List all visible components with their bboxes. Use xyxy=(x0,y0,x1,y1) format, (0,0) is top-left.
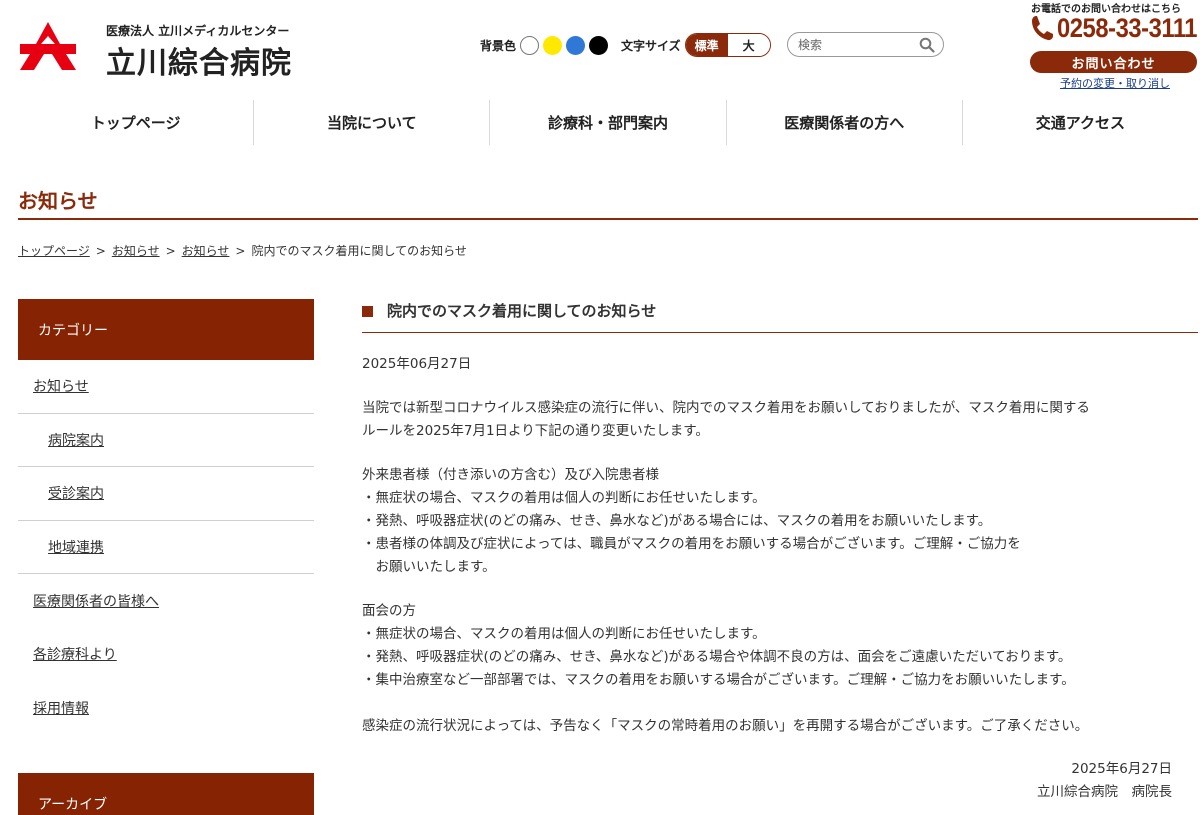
phone-contact[interactable]: 0258-33-3111 xyxy=(1030,12,1200,44)
search-box xyxy=(787,32,944,57)
sidebar-item-label: 各診療科より xyxy=(33,647,117,664)
breadcrumb-news-1[interactable]: お知らせ xyxy=(112,244,160,258)
section-line: ・患者様の体調及び症状によっては、職員がマスクの着用をお願いする場合がございます… xyxy=(362,536,1021,552)
sidebar-item-medical-staff[interactable]: 医療関係者の皆様へ xyxy=(18,574,314,628)
sidebar-item-news[interactable]: お知らせ xyxy=(18,360,314,414)
global-nav: トップページ 当院について 診療科・部門案内 医療関係者の方へ 交通アクセス xyxy=(18,100,1198,145)
breadcrumb-separator: > xyxy=(95,244,106,258)
sidebar-item-recruitment[interactable]: 採用情報 xyxy=(18,681,314,735)
nav-access[interactable]: 交通アクセス xyxy=(963,100,1198,145)
article-title: 院内でのマスク着用に関してのお知らせ xyxy=(387,302,657,320)
font-size-selector: 文字サイズ 標準 大 xyxy=(621,33,771,57)
logo-name: 立川綜合病院 xyxy=(106,46,292,81)
sidebar-item-label: 採用情報 xyxy=(33,700,89,717)
section-line: ・発熱、呼吸器症状(のどの痛み、せき、鼻水など)がある場合には、マスクの着用をお… xyxy=(362,513,992,529)
signature-name: 立川綜合病院 病院長 xyxy=(1037,784,1172,800)
sidebar-item-consultation[interactable]: 受診案内 xyxy=(18,467,314,521)
background-color-selector: 背景色 xyxy=(480,35,612,55)
nav-departments[interactable]: 診療科・部門案内 xyxy=(490,100,727,145)
sidebar-item-label: 病院案内 xyxy=(48,432,104,449)
section-line: ・集中治療室など一部部署では、マスクの着用をお願いする場合がございます。ご理解・… xyxy=(362,672,1075,688)
bg-blue-swatch[interactable] xyxy=(566,35,586,55)
section-line: お願いいたします。 xyxy=(362,559,496,575)
article-section-outpatients: 外来患者様（付き添いの方含む）及び入院患者様 ・無症状の場合、マスクの着用は個人… xyxy=(362,464,1021,579)
phone-number: 0258-33-3111 xyxy=(1057,12,1198,43)
bg-black-swatch[interactable] xyxy=(589,35,609,55)
font-size-label: 文字サイズ xyxy=(621,38,681,53)
search-input[interactable] xyxy=(798,35,913,54)
sidebar-item-hospital-info[interactable]: 病院案内 xyxy=(18,414,314,467)
section-line: ・発熱、呼吸器症状(のどの痛み、せき、鼻水など)がある場合や体調不良の方は、面会… xyxy=(362,649,1072,665)
article-section-visitors: 面会の方 ・無症状の場合、マスクの着用は個人の判断にお任せいたします。 ・発熱、… xyxy=(362,600,1075,692)
bg-color-label: 背景色 xyxy=(480,38,517,53)
font-size-large-button[interactable]: 大 xyxy=(727,34,770,56)
section-heading: 外来患者様（付き添いの方含む）及び入院患者様 xyxy=(362,467,659,483)
search-icon[interactable] xyxy=(919,37,935,53)
article-date: 2025年06月27日 xyxy=(362,356,472,372)
article-intro: 当院では新型コロナウイルス感染症の流行に伴い、院内でのマスク着用をお願いしており… xyxy=(362,397,1090,443)
bg-yellow-swatch[interactable] xyxy=(543,35,563,55)
sidebar-item-community[interactable]: 地域連携 xyxy=(18,521,314,574)
breadcrumb-separator: > xyxy=(235,244,246,258)
logo-subtitle: 医療法人 立川メディカルセンター xyxy=(106,24,290,38)
section-line: ・無症状の場合、マスクの着用は個人の判断にお任せいたします。 xyxy=(362,626,766,642)
sidebar-archive-heading: アーカイブ xyxy=(18,773,314,815)
breadcrumb-news-2[interactable]: お知らせ xyxy=(182,244,230,258)
section-heading: 面会の方 xyxy=(362,603,416,619)
sidebar-item-label: 受診案内 xyxy=(48,486,104,503)
sidebar-item-label: 医療関係者の皆様へ xyxy=(33,593,159,610)
article-divider xyxy=(362,332,1198,333)
sidebar-item-label: お知らせ xyxy=(33,379,89,396)
article-signature: 2025年6月27日 立川綜合病院 病院長 xyxy=(1037,758,1172,804)
contact-button[interactable]: お問い合わせ xyxy=(1030,51,1197,73)
title-divider xyxy=(18,218,1198,220)
nav-medical-professionals[interactable]: 医療関係者の方へ xyxy=(727,100,963,145)
reservation-change-link[interactable]: 予約の変更・取り消し xyxy=(1060,75,1170,91)
signature-date: 2025年6月27日 xyxy=(1071,761,1172,777)
hospital-logo-icon xyxy=(20,22,76,70)
sidebar-category-list: お知らせ 病院案内 受診案内 地域連携 医療関係者の皆様へ 各診療科より 採用情… xyxy=(18,360,314,735)
sidebar-category-heading: カテゴリー xyxy=(18,299,314,360)
square-bullet-icon xyxy=(362,306,373,317)
site-logo[interactable]: 医療法人 立川メディカルセンター 立川綜合病院 xyxy=(18,18,291,81)
intro-line: ルールを2025年7月1日より下記の通り変更いたします。 xyxy=(362,423,709,439)
phone-icon xyxy=(1032,16,1053,41)
font-size-standard-button[interactable]: 標準 xyxy=(685,34,728,56)
nav-about[interactable]: 当院について xyxy=(254,100,491,145)
breadcrumb: トップページ > お知らせ > お知らせ > 院内でのマスク着用に関してのお知らせ xyxy=(18,242,467,259)
nav-top-page[interactable]: トップページ xyxy=(18,100,255,145)
sidebar-item-label: 地域連携 xyxy=(48,539,104,556)
sidebar-item-departments[interactable]: 各診療科より xyxy=(18,628,314,682)
intro-line: 当院では新型コロナウイルス感染症の流行に伴い、院内でのマスク着用をお願いしており… xyxy=(362,400,1090,416)
article-closing: 感染症の流行状況によっては、予告なく「マスクの常時着用のお願い」を再開する場合が… xyxy=(362,718,1089,734)
page-title: お知らせ xyxy=(18,189,98,213)
breadcrumb-top[interactable]: トップページ xyxy=(18,244,90,258)
breadcrumb-current: 院内でのマスク着用に関してのお知らせ xyxy=(251,244,467,258)
breadcrumb-separator: > xyxy=(165,244,176,258)
bg-white-swatch[interactable] xyxy=(520,35,540,55)
section-line: ・無症状の場合、マスクの着用は個人の判断にお任せいたします。 xyxy=(362,490,766,506)
